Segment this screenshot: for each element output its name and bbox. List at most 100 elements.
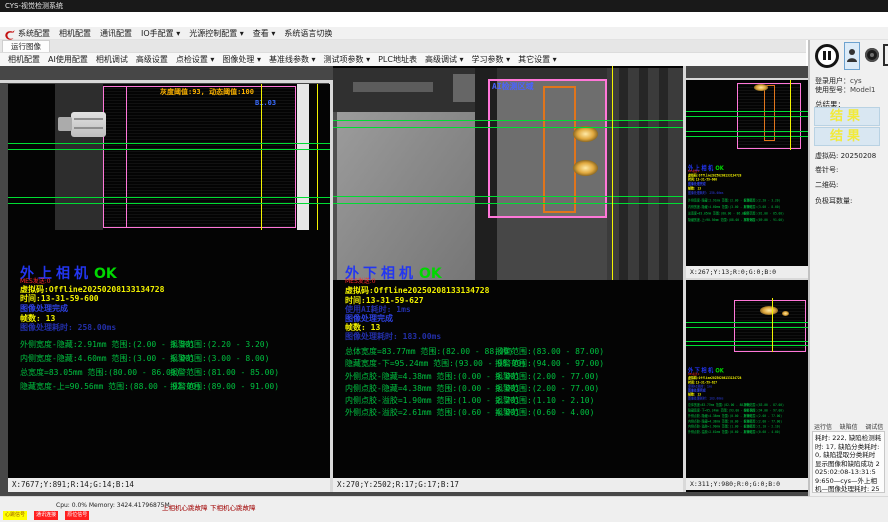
process-time-line: 图像处理耗时: 183.00ms [688,396,724,401]
tool-camera-config[interactable]: 相机配置 [8,54,40,65]
alarm-range: 报警范围:(1.10 - 2.10) [495,395,594,406]
tab-strip: 运行图像 [0,40,806,52]
exit-button[interactable] [882,43,888,67]
threshold-overlay-label: 灰度阈值:93, 动态阈值:100 [160,87,254,97]
process-time-line: 图像处理耗时: 183.00ms [345,331,441,342]
yellow-baseline-v [317,84,318,230]
pin-number-label: 卷针号: [815,165,838,175]
green-baseline-h [333,120,683,121]
glue-highlight-spot [573,160,598,176]
app-logo-icon [3,27,16,40]
model-value[interactable]: Model1 [850,86,875,94]
splitter-h-left[interactable] [0,80,330,83]
menu-item-io-config[interactable]: IO手配置 ▾ [141,28,180,39]
yellow-baseline-v [261,84,262,230]
tool-ai-config[interactable]: AI使用配置 [48,54,88,65]
lens-button[interactable] [865,48,879,62]
user-icon [847,47,857,66]
menu-item-comm-config[interactable]: 通讯配置 [100,28,132,39]
tool-advanced-debug[interactable]: 高级调试 ▾ [425,54,464,65]
camera-view-outer-top[interactable]: 灰度阈值:93, 动态阈值:100 B1.03 [8,84,330,230]
roi-orange-rect [543,86,576,213]
model-label: 使用型号： [815,86,850,94]
measure-row: 总宽度=83.05mm 范围:(80.00 - 86.00) [688,211,747,216]
connector-part [71,112,106,137]
menu-item-camera-config[interactable]: 相机配置 [59,28,91,39]
connector-groove [74,118,103,120]
yellow-baseline-v [772,298,773,352]
comm-badge: 通讯连接 [34,511,58,520]
menu-item-light-config[interactable]: 光源控制配置 ▾ [189,28,244,39]
green-baseline-h [686,327,808,328]
user-button[interactable] [844,42,860,70]
tool-image-process[interactable]: 图像处理 ▾ [222,54,261,65]
control-panel: 登录用户：cys 使用型号：Model1 总结果： 结果 结果 虚拟码: 202… [808,40,888,496]
menu-item-system-config[interactable]: 系统配置 [18,28,50,39]
measure-row: 总体宽度=83.77mm 范围:(82.00 - 88.00) [688,403,750,408]
login-user-label: 登录用户： [815,77,850,85]
ai-region-label: AI检测区域 [492,81,534,92]
menu-item-view[interactable]: 查看 ▾ [253,28,276,39]
machine-slot [353,82,433,92]
alarm-range: 报警范围:(2.20 - 3.20) [744,198,781,203]
green-baseline-h [8,149,330,150]
measure-row: 外侧宽度-隐藏:2.91mm 范围:(2.00 - 3.50) [20,339,195,350]
alarm-range: 报警范围:(2.00 - 77.00) [495,383,599,394]
alarm-range: 报警范围:(83.00 - 87.00) [744,403,784,408]
alarm-range: 报警范围:(0.60 - 4.00) [495,407,594,418]
alarm-range: 报警范围:(89.00 - 91.00) [170,381,279,392]
pixel-coord-bar: X:7677;Y:891;R:14;G:14;B:14 [8,478,330,492]
machine-stripe [639,68,648,280]
result-box-2: 结果 [814,127,880,146]
machine-stripe [619,68,628,280]
camera-view-mini-bottom[interactable] [686,280,808,360]
alarm-range: 报警范围:(3.00 - 8.00) [170,353,269,364]
green-baseline-h [8,143,330,144]
alarm-range: 报警范围:(3.00 - 8.00) [744,204,781,209]
tool-spot-check[interactable]: 点检设置 ▾ [176,54,215,65]
green-baseline-h [8,197,330,198]
connector-groove [74,127,103,129]
process-time-line: 图像处理耗时: 258.00ms [20,322,116,333]
alarm-range: 报警范围:(94.00 - 97.00) [495,358,604,369]
status-bar: 心跳信号 通讯连接 原位信号 Cpu: 0.0% Memory: 3424.41… [0,496,888,522]
camera-result-status: OK [419,266,442,282]
tool-test-params[interactable]: 测试项参数 ▾ [324,54,371,65]
measure-row: 外侧点胶-溢胶=2.61mm 范围:(0.60 - 4.00) [345,407,520,418]
tool-plc-address[interactable]: PLC地址表 [378,54,417,65]
measure-row: 总体宽度=83.77mm 范围:(82.00 - 88.00) [345,346,513,357]
alarm-range: 报警范围:(2.20 - 3.20) [170,339,269,350]
camera-result-text-outer-bottom: 外下相机OK MES发送:0 虚拟码:Offline20250208133134… [345,263,681,419]
tool-learn-params[interactable]: 学习参数 ▾ [472,54,511,65]
menu-item-language-switch[interactable]: 系统语言切换 [284,28,332,39]
glue-highlight-spot [782,311,789,316]
mes-send-line: MES发送:0 [345,276,376,285]
alarm-range: 报警范围:(0.60 - 4.00) [744,429,781,434]
camera-view-mini-top[interactable] [686,80,808,150]
tool-other-settings[interactable]: 其它设置 ▾ [518,54,557,65]
green-baseline-h [333,203,683,204]
run-log-box[interactable]: 耗时: 222, 缺陷检测耗时: 17, 缺陷分类耗时: 0, 缺陷提取分类耗时… [812,431,885,493]
alarm-range: 报警范围:(2.00 - 77.00) [744,414,783,419]
measure-row: 内侧宽度-隐藏:4.60mm 范围:(3.00 - 6.00) [20,353,195,364]
app-window: CYS-视觉检测系统 系统配置 相机配置 通讯配置 IO手配置 ▾ 光源控制配置… [0,0,888,522]
green-baseline-h [333,127,683,128]
tool-camera-debug[interactable]: 相机调试 [96,54,128,65]
green-baseline-h [333,196,683,197]
tool-baseline-params[interactable]: 基准线参数 ▾ [269,54,316,65]
menu-bar: 系统配置 相机配置 通讯配置 IO手配置 ▾ 光源控制配置 ▾ 查看 ▾ 系统语… [0,27,888,40]
glue-highlight-spot [754,84,768,91]
camera-view-outer-bottom[interactable]: AI检测区域 [333,66,683,280]
roi-pink-line [126,87,127,227]
measure-row: 内侧点胶-隐藏=4.38mm 范围:(0.00 - 9.00) [345,383,520,394]
pixel-coord-bar: X:311;Y:980;R:0;G:0;B:0 [686,478,808,490]
camera-result-text-outer-top: 外上相机OK MES发送:0 虚拟码:Offline20250208133134… [20,263,330,395]
yellow-baseline-v [612,66,613,280]
tool-advanced-setting[interactable]: 高级设置 [136,54,168,65]
green-baseline-h [686,345,808,346]
lower-camera-error: 下相机心跳故障 [210,502,256,512]
machine-stripe [659,68,668,280]
pause-button[interactable] [815,44,839,68]
alarm-range: 报警范围:(1.10 - 2.10) [744,424,781,429]
tab-run-image[interactable]: 运行图像 [2,40,50,52]
